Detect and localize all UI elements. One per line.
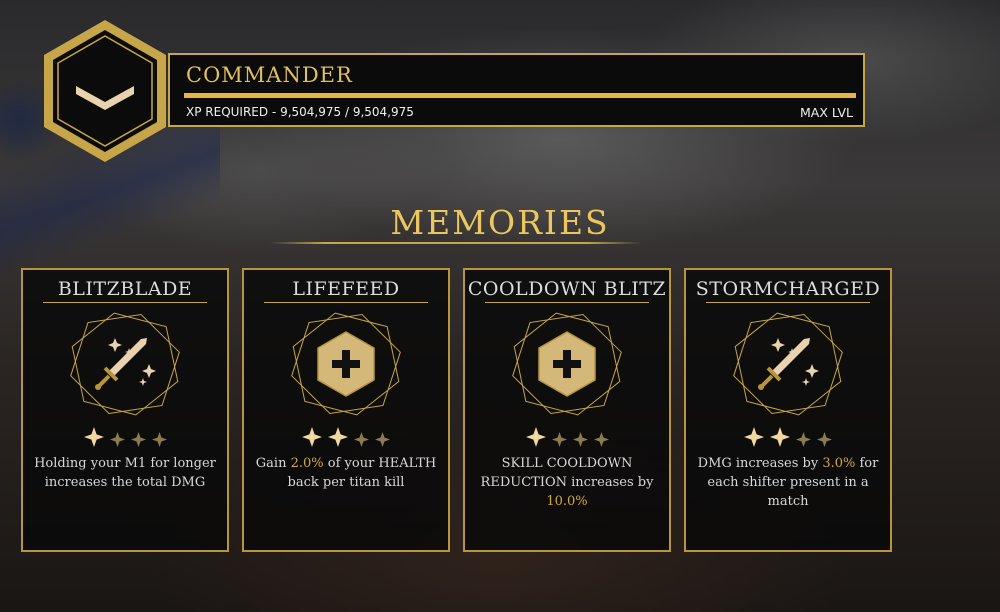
description-text: DMG increases by	[697, 456, 823, 471]
description-highlight-value: 3.0%	[822, 456, 856, 471]
star-filled-icon	[770, 427, 790, 447]
card-title: COOLDOWN BLITZ	[467, 278, 667, 300]
star-empty-icon	[354, 432, 369, 447]
sword-sparkle-icon	[732, 308, 844, 420]
xp-separator: /	[341, 105, 353, 119]
description-highlight-value: 2.0%	[290, 456, 324, 471]
card-description: DMG increases by 3.0% for each shifter p…	[696, 454, 880, 511]
card-description: SKILL COOLDOWN REDUCTION increases by 10…	[475, 454, 659, 511]
memory-card-cooldown-blitz[interactable]: COOLDOWN BLITZ SKILL COOLDOWN REDUCTION i…	[463, 268, 671, 552]
xp-readout: XP REQUIRED - 9,504,975 / 9,504,975	[186, 105, 414, 119]
star-empty-icon	[130, 432, 146, 447]
xp-label: XP REQUIRED -	[186, 105, 281, 119]
memory-card-stormcharged[interactable]: STORMCHARGED DMG increases by 3.0% for ea…	[684, 268, 892, 552]
star-filled-icon	[83, 427, 104, 447]
star-rating	[244, 427, 448, 451]
star-empty-icon	[817, 432, 832, 447]
rank-badge-icon	[44, 20, 166, 162]
star-empty-icon	[551, 432, 567, 447]
star-filled-icon	[744, 427, 764, 447]
max-level-label: MAX LVL	[800, 105, 853, 120]
card-title-underline	[485, 302, 649, 303]
card-title: STORMCHARGED	[695, 278, 881, 300]
card-title: LIFEFEED	[292, 278, 400, 300]
star-empty-icon	[796, 432, 811, 447]
star-rating	[686, 427, 890, 451]
star-empty-icon	[572, 432, 588, 447]
star-filled-icon	[525, 427, 546, 447]
health-plus-icon	[511, 308, 623, 420]
section-title: MEMORIES	[390, 203, 610, 242]
card-title: BLITZBLADE	[57, 278, 193, 300]
description-text: Gain	[255, 456, 291, 471]
star-empty-icon	[109, 432, 125, 447]
sword-icon	[95, 338, 147, 390]
xp-progress-bar	[184, 93, 856, 98]
star-filled-icon	[302, 427, 322, 447]
description-highlight-value: 10.0%	[546, 494, 588, 509]
xp-required: 9,504,975	[352, 105, 414, 119]
title-divider	[270, 242, 642, 244]
description-text: Holding your M1 for longer increases the…	[34, 456, 216, 490]
rank-name: COMMANDER	[186, 63, 353, 87]
memory-card-blitzblade[interactable]: BLITZBLADE Holding your M1 for longer inc…	[21, 268, 229, 552]
star-rating	[465, 427, 669, 451]
sword-sparkle-icon	[69, 308, 181, 420]
xp-current: 9,504,975	[280, 105, 342, 119]
rank-panel: COMMANDER XP REQUIRED - 9,504,975 / 9,50…	[168, 53, 865, 127]
memory-card-lifefeed[interactable]: LIFEFEED Gain 2.0% of your HEALTH back pe…	[242, 268, 450, 552]
card-description: Holding your M1 for longer increases the…	[33, 454, 217, 492]
health-plus-icon	[290, 308, 402, 420]
card-description: Gain 2.0% of your HEALTH back per titan …	[254, 454, 438, 492]
card-title-underline	[43, 302, 207, 303]
card-title-underline	[264, 302, 428, 303]
star-empty-icon	[593, 432, 609, 447]
star-filled-icon	[328, 427, 348, 447]
star-empty-icon	[375, 432, 390, 447]
card-title-underline	[706, 302, 870, 303]
description-text: SKILL COOLDOWN REDUCTION increases by	[480, 456, 654, 490]
star-empty-icon	[151, 432, 167, 447]
xp-progress-fill	[184, 93, 856, 98]
sword-icon	[758, 338, 810, 390]
star-rating	[23, 427, 227, 451]
